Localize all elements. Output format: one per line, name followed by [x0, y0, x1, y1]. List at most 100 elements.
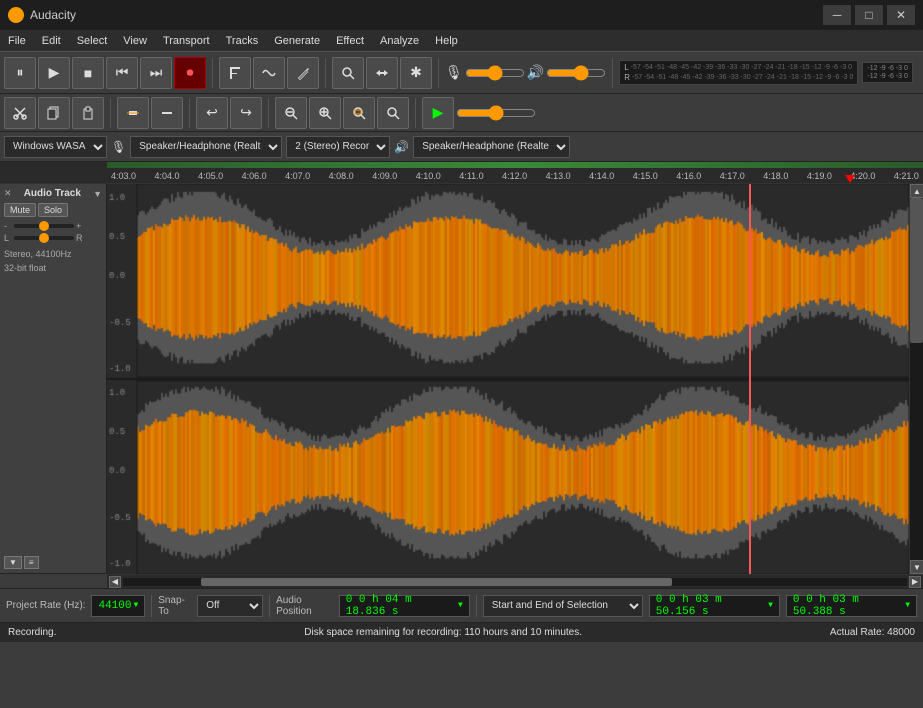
play-button[interactable]: ▶	[38, 57, 70, 89]
toolbar-separator-3	[438, 58, 439, 88]
track-close-icon[interactable]: ✕	[4, 188, 12, 199]
host-select[interactable]: Windows WASA	[4, 136, 107, 158]
waveform-area[interactable]	[107, 184, 909, 574]
forward-button[interactable]: ⏭	[140, 57, 172, 89]
pan-slider[interactable]	[14, 236, 74, 240]
sep-2	[269, 595, 270, 617]
title-left: Audacity	[8, 7, 76, 23]
zoom-tool-button[interactable]	[332, 57, 364, 89]
cut-button[interactable]	[4, 97, 36, 129]
waveform-canvas[interactable]	[107, 184, 909, 574]
zoom-out-button[interactable]	[275, 97, 307, 129]
track-expand-icon[interactable]: ▼	[93, 189, 102, 199]
vu-meters: L -57 -54 -51 -48 -45 -42 -39 -36 -33 -3…	[619, 60, 858, 85]
menu-help[interactable]: Help	[427, 30, 466, 52]
level-display: -12 -9 -6 -3 0 -12 -9 -6 -3 0	[862, 62, 912, 83]
zoom-in-button[interactable]	[309, 97, 341, 129]
tick-16: 4:18.0	[763, 171, 788, 181]
output-device-select[interactable]: Speaker/Headphone (Realte	[413, 136, 570, 158]
track-settings-button[interactable]: ≡	[24, 556, 39, 569]
selection-end-box[interactable]: 0 0 h 03 m 50.388 s ▼	[786, 595, 917, 617]
track-info-1: Stereo, 44100Hz	[4, 249, 102, 259]
pause-button[interactable]: ⏸	[4, 57, 36, 89]
mute-solo-controls: Mute Solo	[4, 203, 102, 217]
input-device-select[interactable]: Speaker/Headphone (Realt	[130, 136, 282, 158]
menu-select[interactable]: Select	[69, 30, 116, 52]
transport-toolbar: ⏸ ▶ ■ ⏮ ⏭ ⏺ ✱ 🎙 🔊 L -57 -54 -51 -48 -45 …	[0, 52, 923, 94]
maximize-button[interactable]: □	[855, 5, 883, 25]
menu-file[interactable]: File	[0, 30, 34, 52]
pan-left-label: L	[4, 233, 12, 243]
scroll-thumb-h[interactable]	[201, 578, 671, 586]
recording-status: Recording.	[8, 627, 56, 638]
audio-position-label: Audio Position	[276, 595, 333, 617]
track-title: Audio Track	[24, 188, 81, 199]
stop-button[interactable]: ■	[72, 57, 104, 89]
scroll-left-button[interactable]: ◀	[109, 576, 121, 588]
vu-right-bar: -57 -54 -51 -48 -45 -42 -39 -36 -33 -30 …	[632, 74, 853, 81]
edit-separator-1	[110, 98, 111, 128]
play-at-speed-button[interactable]: ▶	[422, 97, 454, 129]
mute-button[interactable]: Mute	[4, 203, 36, 217]
minimize-button[interactable]: ─	[823, 5, 851, 25]
silence-button[interactable]	[151, 97, 183, 129]
slide-tool-button[interactable]	[366, 57, 398, 89]
scroll-thumb[interactable]	[910, 198, 923, 343]
ruler-ticks: 4:03.0 4:04.0 4:05.0 4:06.0 4:07.0 4:08.…	[107, 171, 923, 181]
record-button[interactable]: ⏺	[174, 57, 206, 89]
track-collapse-row: ▼ ≡	[4, 552, 102, 569]
audio-pos-dropdown: ▼	[458, 601, 463, 610]
menu-view[interactable]: View	[115, 30, 155, 52]
selection-bar: Project Rate (Hz): 44100 ▼ Snap-To Off N…	[0, 588, 923, 622]
app-title: Audacity	[30, 8, 76, 22]
scroll-right-button[interactable]: ▶	[909, 576, 921, 588]
mic-icon: 🎙	[445, 64, 463, 81]
project-rate-value-box[interactable]: 44100 ▼	[91, 595, 145, 617]
selection-type-select[interactable]: Start and End of Selection Start and Len…	[483, 595, 643, 617]
audio-position-box[interactable]: 0 0 h 04 m 18.836 s ▼	[339, 595, 470, 617]
project-rate-value: 44100	[98, 600, 131, 612]
title-bar: Audacity ─ □ ✕	[0, 0, 923, 30]
trim-button[interactable]	[117, 97, 149, 129]
vu-left-bar: -57 -54 -51 -48 -45 -42 -39 -36 -33 -30 …	[631, 64, 852, 71]
input-volume-slider[interactable]	[465, 65, 525, 81]
disk-space-status: Disk space remaining for recording: 110 …	[304, 627, 582, 638]
menu-analyze[interactable]: Analyze	[372, 30, 427, 52]
paste-button[interactable]	[72, 97, 104, 129]
selection-start-box[interactable]: 0 0 h 03 m 50.156 s ▼	[649, 595, 780, 617]
gain-slider[interactable]	[14, 224, 74, 228]
redo-button[interactable]: ↪	[230, 97, 262, 129]
menu-effect[interactable]: Effect	[328, 30, 372, 52]
zoom-fit-button[interactable]	[343, 97, 375, 129]
scroll-up-button[interactable]: ▲	[910, 184, 923, 198]
zoom-sel-button[interactable]	[377, 97, 409, 129]
menu-generate[interactable]: Generate	[266, 30, 328, 52]
output-volume-slider[interactable]	[546, 65, 606, 81]
snap-to-select[interactable]: Off Nearest	[197, 595, 263, 617]
play-speed-slider[interactable]	[456, 105, 536, 121]
menu-tracks[interactable]: Tracks	[218, 30, 267, 52]
undo-button[interactable]: ↩	[196, 97, 228, 129]
pencil-tool-button[interactable]	[287, 57, 319, 89]
input-channels-select[interactable]: 2 (Stereo) Recor	[286, 136, 390, 158]
tick-4: 4:06.0	[242, 171, 267, 181]
multi-tool-button[interactable]: ✱	[400, 57, 432, 89]
rewind-button[interactable]: ⏮	[106, 57, 138, 89]
close-button[interactable]: ✕	[887, 5, 915, 25]
selection-tool-button[interactable]	[219, 57, 251, 89]
menu-transport[interactable]: Transport	[155, 30, 218, 52]
solo-button[interactable]: Solo	[38, 203, 68, 217]
menu-edit[interactable]: Edit	[34, 30, 69, 52]
track-header: ✕ Audio Track ▼ Mute Solo - + L R S	[0, 184, 106, 574]
toolbar-separator-1	[212, 58, 213, 88]
speaker-icon: 🔊	[527, 64, 544, 81]
track-collapse-button[interactable]: ▼	[4, 556, 22, 569]
selection-start-value: 0 0 h 03 m 50.156 s	[656, 594, 766, 618]
envelope-tool-button[interactable]	[253, 57, 285, 89]
volume-row: - +	[4, 221, 102, 231]
scroll-down-button[interactable]: ▼	[910, 560, 923, 574]
scroll-track	[910, 198, 923, 560]
copy-button[interactable]	[38, 97, 70, 129]
vertical-scrollbar[interactable]: ▲ ▼	[909, 184, 923, 574]
horizontal-scrollbar[interactable]: ◀ ▶	[107, 574, 923, 588]
